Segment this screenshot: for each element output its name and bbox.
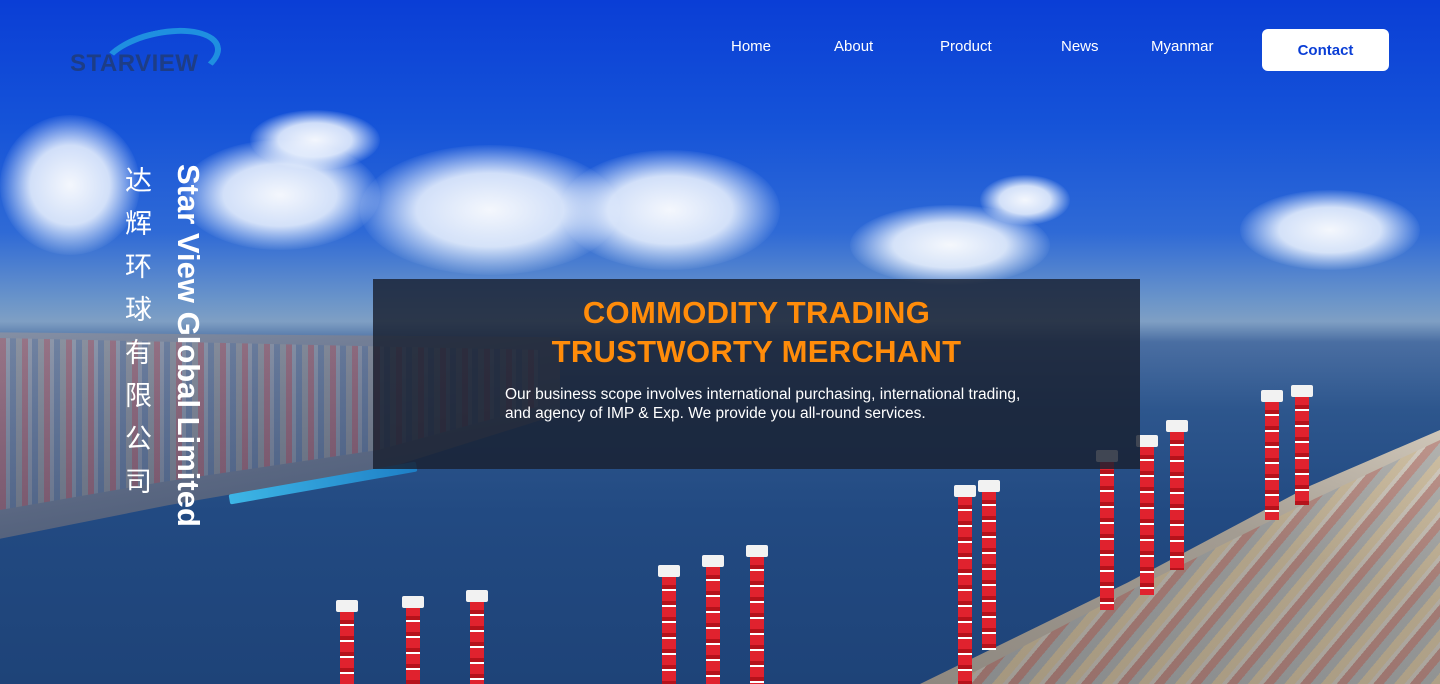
cloud-shape	[1240, 190, 1420, 270]
company-name-english: Star View Global Limited	[171, 164, 206, 527]
cloud-shape	[980, 175, 1070, 225]
headline-line-1: COMMODITY TRADING	[582, 295, 931, 330]
cloud-shape	[250, 110, 380, 170]
contact-button[interactable]: Contact	[1262, 29, 1389, 71]
crane	[1291, 385, 1313, 505]
crane	[702, 555, 724, 684]
company-name-chinese: 达辉环球有限公司	[120, 166, 151, 510]
crane	[746, 545, 768, 684]
main-nav: Home About Product News Myanmar	[0, 38, 1440, 58]
nav-about-link[interactable]: About	[834, 38, 873, 55]
crane	[1096, 450, 1118, 610]
crane	[402, 596, 424, 684]
crane	[1261, 390, 1283, 520]
hero-description: Our business scope involves internationa…	[505, 386, 1021, 422]
cloud-shape	[560, 150, 780, 270]
nav-home-link[interactable]: Home	[731, 38, 771, 55]
nav-myanmar-link[interactable]: Myanmar	[1151, 38, 1214, 55]
crane	[1136, 435, 1158, 595]
hero-text-panel: COMMODITY TRADING TRUSTWORTY MERCHANT Ou…	[373, 279, 1140, 469]
nav-product-link[interactable]: Product	[940, 38, 992, 55]
crane	[978, 480, 1000, 650]
headline-line-2: TRUSTWORTY MERCHANT	[551, 334, 962, 369]
crane	[336, 600, 358, 684]
hero-section: STARVIEW Home About Product News Myanmar…	[0, 0, 1440, 684]
crane	[466, 590, 488, 684]
crane	[658, 565, 680, 684]
crane	[954, 485, 976, 684]
crane	[1166, 420, 1188, 570]
nav-news-link[interactable]: News	[1061, 38, 1099, 55]
